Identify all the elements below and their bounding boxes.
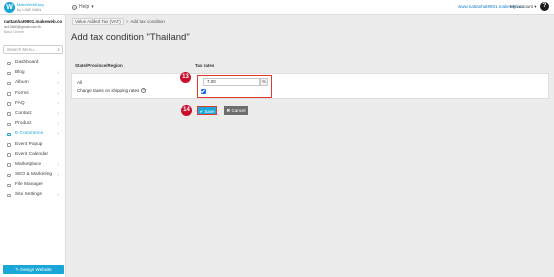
tax-rates-column-header: Tax rates <box>195 63 215 68</box>
sidebar-item-file-manager[interactable]: File Manager <box>0 180 66 190</box>
sidebar-item-marketplace[interactable]: Marketplace › <box>0 160 66 170</box>
page-title: Add tax condition "Thailand" <box>71 32 190 43</box>
sidebar-item-seo-marketing[interactable]: SEO & Marketing › <box>0 170 66 180</box>
chevron-right-icon: › <box>57 121 59 128</box>
forms-icon <box>7 92 11 96</box>
help-menu[interactable]: ? Help ▾ <box>72 4 94 10</box>
sidebar-item-faq[interactable]: FAQ › <box>0 99 66 109</box>
tax-condition-form: All Charge taxes on shipping rates ? 7.0… <box>71 73 549 99</box>
album-icon <box>7 81 11 86</box>
percent-addon: % <box>260 78 268 86</box>
step-badge-13: 13 <box>180 72 191 83</box>
sidebar-item-event-calendar[interactable]: Event Calendar <box>0 150 66 160</box>
sidebar-item-label: SEO & Marketing <box>15 172 53 178</box>
chevron-right-icon: › <box>57 131 59 138</box>
sidebar-item-contact[interactable]: Contact › <box>0 109 66 119</box>
state-column-header: State/Province/Region <box>75 63 123 68</box>
sidebar-item-label: Dashboard <box>15 60 39 65</box>
sidebar-menu: Dashboard Blog › Album › Forms › FAQ › Contact › Pr… <box>0 58 66 201</box>
top-bar: W MakeWebEasy by LINE MAN ? Help ▾ www.n… <box>0 0 554 15</box>
chevron-right-icon: › <box>57 172 59 179</box>
breadcrumb: Value Added Tax (VAT) > Add tax condition <box>72 18 165 25</box>
save-button[interactable]: ✔ Save <box>197 106 217 115</box>
step-badge-14: 14 <box>181 105 192 116</box>
sidebar-item-blog[interactable]: Blog › <box>0 68 66 78</box>
cart-icon <box>7 132 11 137</box>
cancel-label: Cancel <box>231 108 246 113</box>
breadcrumb-current: Add tax condition <box>130 19 165 24</box>
save-label: Save <box>204 109 215 114</box>
chevron-right-icon: › <box>57 110 59 117</box>
seo-icon <box>7 173 11 178</box>
chevron-right-icon: › <box>57 80 59 87</box>
sidebar-item-label: Album <box>15 80 29 86</box>
sidebar-item-album[interactable]: Album › <box>0 78 66 88</box>
gear-icon <box>7 193 11 198</box>
blog-icon <box>7 71 11 76</box>
search-placeholder: Search Menu... <box>7 47 38 52</box>
question-icon: ? <box>72 4 77 10</box>
chevron-right-icon: › <box>57 161 59 168</box>
sidebar-item-label: Blog <box>15 70 25 76</box>
shipping-tax-label: Charge taxes on shipping rates ? <box>77 88 147 93</box>
sidebar-item-forms[interactable]: Forms › <box>0 89 66 99</box>
search-menu-input[interactable]: Search Menu... ⌕ <box>3 45 63 54</box>
chevron-right-icon: › <box>57 100 59 107</box>
design-website-label: Design Website <box>20 267 52 272</box>
faq-icon <box>7 102 11 106</box>
sidebar-item-label: File Manager <box>15 182 43 188</box>
question-icon[interactable]: ? <box>141 88 147 93</box>
contact-icon <box>7 112 11 116</box>
product-icon <box>7 122 11 127</box>
popup-icon <box>7 143 11 147</box>
sidebar-item-label: Event Calendar <box>15 151 49 157</box>
user-email: dz13460@gmail.com.th <box>4 25 41 29</box>
sidebar-item-dashboard[interactable]: Dashboard <box>0 58 66 68</box>
breadcrumb-vat-link[interactable]: Value Added Tax (VAT) <box>72 18 124 25</box>
sidebar-item-label: FAQ <box>15 100 25 106</box>
sidebar-item-product[interactable]: Product › <box>0 119 66 129</box>
sidebar-item-label: E-Commerce <box>15 131 44 137</box>
sidebar-item-site-settings[interactable]: Site Settings › <box>0 190 66 200</box>
account-label: My account <box>510 4 534 9</box>
sidebar-item-label: Marketplace <box>15 161 42 167</box>
main-content: Value Added Tax (VAT) > Add tax condition … <box>66 15 554 277</box>
sidebar-item-e-commerce[interactable]: E-Commerce › <box>0 129 66 139</box>
shipping-tax-checkbox[interactable] <box>201 89 206 94</box>
cancel-button[interactable]: ✖ Cancel <box>224 106 248 115</box>
sidebar-item-label: Site Settings <box>15 192 42 198</box>
chevron-right-icon: › <box>57 70 59 77</box>
chevron-right-icon: › <box>57 192 59 199</box>
folder-icon <box>7 183 11 188</box>
sidebar-item-label: Contact <box>15 110 32 116</box>
makewebeasy-logo-icon[interactable]: W <box>4 2 15 13</box>
sidebar-item-label: Event Popup <box>15 141 43 147</box>
chevron-right-icon: › <box>57 90 59 97</box>
dashboard-icon <box>7 61 11 65</box>
calendar-icon <box>7 153 11 157</box>
chevron-down-icon: ▾ <box>91 4 94 10</box>
help-icon[interactable]: ? <box>540 2 549 11</box>
user-name: nattanhat9901.makeweb.co <box>4 19 62 24</box>
region-all-label: All <box>77 80 83 85</box>
sidebar-item-label: Product <box>15 121 32 127</box>
shipping-tax-text: Charge taxes on shipping rates <box>77 88 140 93</box>
tax-rate-input[interactable]: 7.00 <box>203 78 260 86</box>
design-website-button[interactable]: ✎ Design Website <box>3 265 64 274</box>
sidebar: nattanhat9901.makeweb.co dz13460@gmail.c… <box>0 15 66 277</box>
brand: MakeWebEasy by LINE MAN <box>17 2 44 12</box>
chevron-down-icon: ▾ <box>534 4 537 9</box>
user-info: nattanhat9901.makeweb.co dz13460@gmail.c… <box>0 15 65 34</box>
search-icon: ⌕ <box>57 47 60 53</box>
user-plan: Basic Owner <box>4 30 24 34</box>
help-label: Help <box>79 4 90 10</box>
sidebar-item-label: Forms <box>15 90 29 96</box>
my-account-menu[interactable]: My account ▾ <box>510 4 537 10</box>
brand-sub: by LINE MAN <box>17 7 42 12</box>
marketplace-icon <box>7 163 11 167</box>
sidebar-item-event-popup[interactable]: Event Popup <box>0 140 66 150</box>
